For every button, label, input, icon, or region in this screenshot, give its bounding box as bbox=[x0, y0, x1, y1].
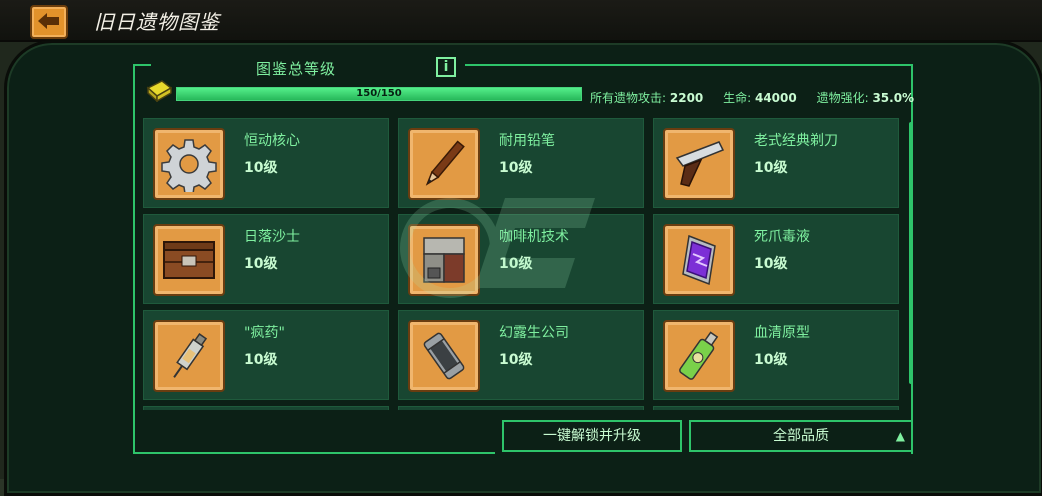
unlock-upgrade-all-button[interactable]: 一键解锁并升级 bbox=[502, 420, 682, 452]
relic-tile bbox=[153, 128, 225, 200]
relic-name: 耐用铅笔 bbox=[499, 133, 555, 149]
back-arrow-icon bbox=[38, 13, 59, 29]
gear-icon bbox=[161, 139, 217, 192]
relic-level: 10级 bbox=[754, 160, 788, 176]
relic-card[interactable] bbox=[653, 406, 899, 410]
relic-tile bbox=[153, 320, 225, 392]
stat-enhance-label: 遗物强化: bbox=[816, 91, 869, 105]
relic-level: 10级 bbox=[754, 256, 788, 272]
relic-level: 10级 bbox=[499, 160, 533, 176]
codex-book-icon bbox=[146, 80, 172, 102]
relic-tile bbox=[408, 320, 480, 392]
canister-icon bbox=[423, 332, 465, 380]
relic-tile bbox=[663, 224, 735, 296]
quality-filter-label: 全部品质 bbox=[773, 428, 829, 444]
relic-tile bbox=[153, 224, 225, 296]
relic-name: 老式经典剃刀 bbox=[754, 133, 838, 149]
stat-enhance-value: 35.0% bbox=[872, 91, 915, 105]
relic-card[interactable] bbox=[398, 406, 644, 410]
stat-attack-label: 所有遗物攻击: bbox=[590, 91, 667, 105]
caret-up-icon: ▲ bbox=[895, 429, 905, 443]
stat-hp-label: 生命: bbox=[723, 91, 752, 105]
relic-card[interactable]: 老式经典剃刀 10级 bbox=[653, 118, 899, 208]
relic-card[interactable]: "疯药" 10级 bbox=[143, 310, 389, 400]
relic-card[interactable]: 死爪毒液 10级 bbox=[653, 214, 899, 304]
codex-progress-bar: 150/150 bbox=[176, 87, 582, 101]
codex-stats: 所有遗物攻击: 2200 生命: 44000 遗物强化: 35.0% bbox=[590, 89, 914, 106]
codex-level-title: 图鉴总等级 bbox=[256, 60, 337, 78]
relic-card[interactable]: 血清原型 10级 bbox=[653, 310, 899, 400]
crate-icon bbox=[163, 241, 215, 279]
relic-card[interactable]: 日落沙士 10级 bbox=[143, 214, 389, 304]
venom-pack-icon bbox=[682, 234, 716, 286]
relic-tile bbox=[663, 128, 735, 200]
relic-name: 死爪毒液 bbox=[754, 229, 810, 245]
relic-name: 恒动核心 bbox=[244, 133, 300, 149]
relic-level: 10级 bbox=[244, 160, 278, 176]
stat-attack-value: 2200 bbox=[669, 91, 704, 105]
back-button[interactable] bbox=[30, 5, 68, 39]
grid-scrollbar[interactable] bbox=[909, 122, 913, 384]
relic-card[interactable] bbox=[143, 406, 389, 410]
top-bar: 旧日遗物图鉴 bbox=[0, 0, 1042, 42]
stat-hp-value: 44000 bbox=[754, 91, 797, 105]
relic-level: 10级 bbox=[499, 352, 533, 368]
relic-tile bbox=[663, 320, 735, 392]
relic-name: 幻露生公司 bbox=[499, 325, 569, 341]
razor-icon bbox=[675, 141, 725, 187]
relic-card[interactable]: 幻露生公司 10级 bbox=[398, 310, 644, 400]
quality-filter-dropdown[interactable]: 全部品质 ▲ bbox=[689, 420, 913, 452]
page-title: 旧日遗物图鉴 bbox=[94, 10, 220, 34]
relic-level: 10级 bbox=[244, 256, 278, 272]
syringe-icon bbox=[173, 333, 208, 378]
relic-card[interactable]: 恒动核心 10级 bbox=[143, 118, 389, 208]
relic-level: 10级 bbox=[244, 352, 278, 368]
relic-level: 10级 bbox=[754, 352, 788, 368]
relic-name: 日落沙士 bbox=[244, 229, 300, 245]
watermark-logo bbox=[400, 198, 595, 298]
serum-vial-icon bbox=[679, 331, 719, 380]
relic-name: 血清原型 bbox=[754, 325, 810, 341]
info-button[interactable]: i bbox=[436, 57, 456, 77]
progress-text: 150/150 bbox=[356, 88, 402, 99]
relic-name: "疯药" bbox=[244, 325, 285, 341]
